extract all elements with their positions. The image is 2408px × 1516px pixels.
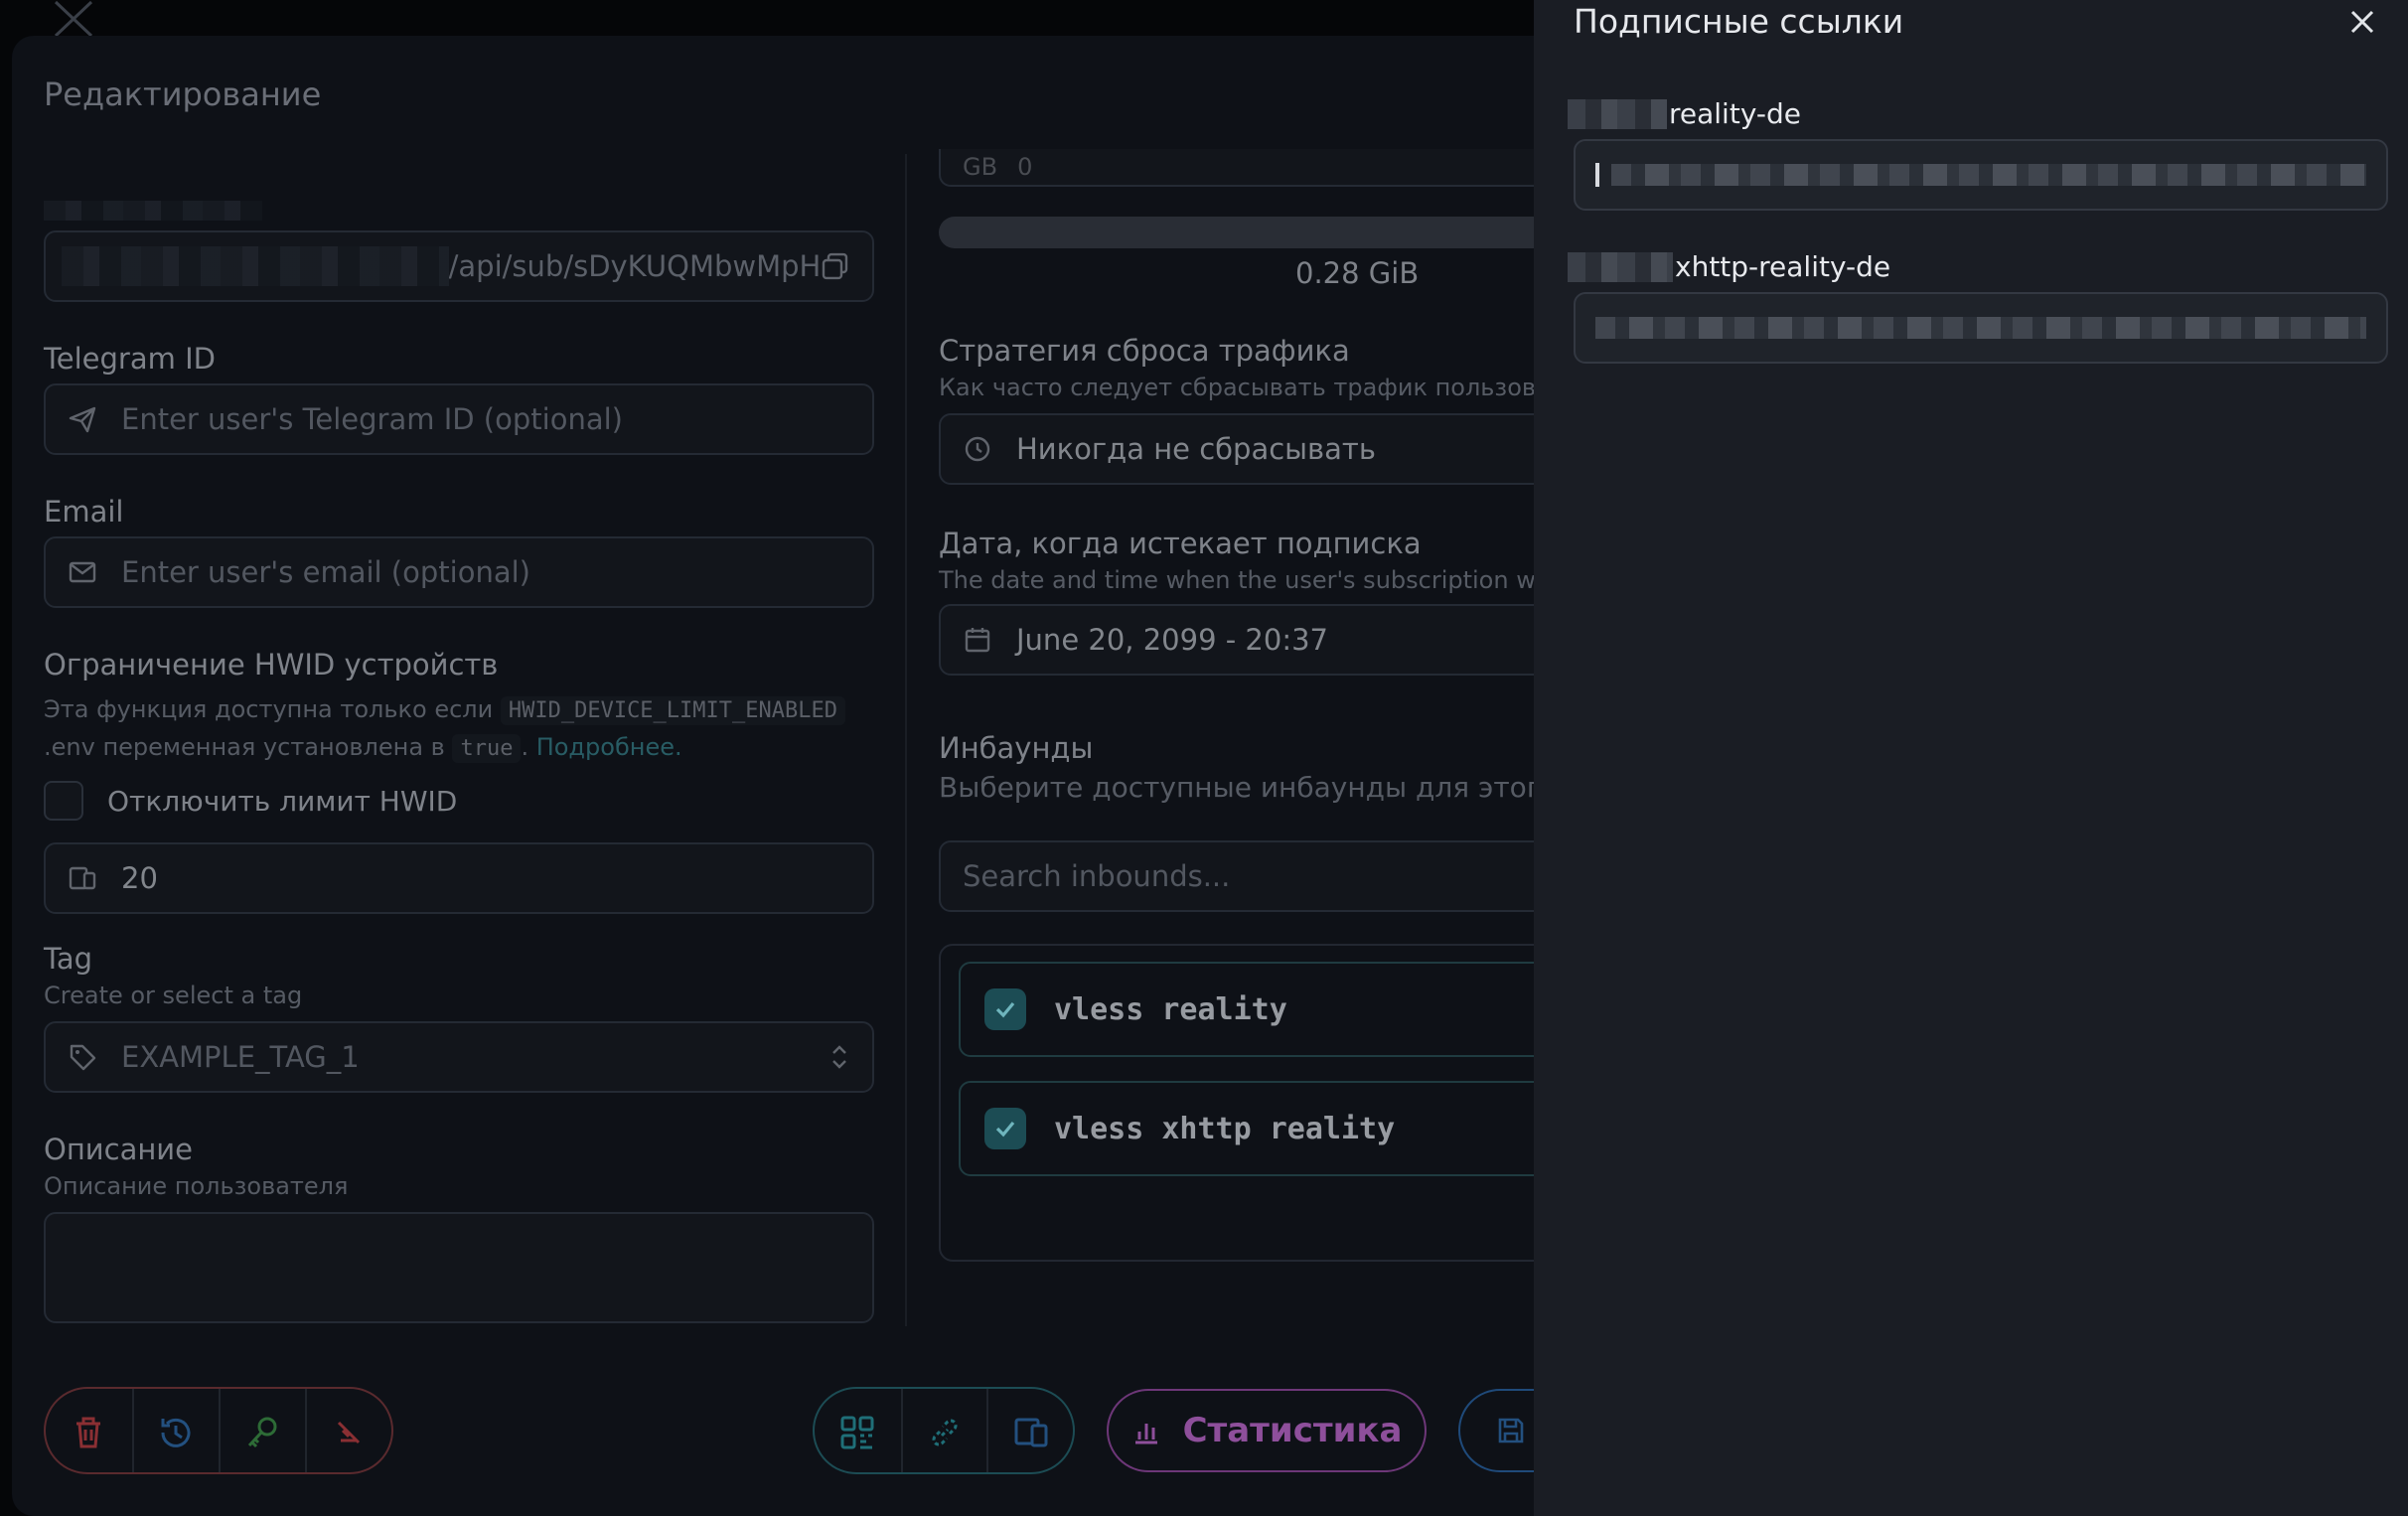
qr-code-button[interactable]	[815, 1389, 901, 1472]
send-icon	[69, 406, 96, 433]
close-icon[interactable]	[50, 0, 97, 38]
email-input[interactable]: Enter user's email (optional)	[44, 536, 874, 608]
disable-hwid-label: Отключить лимит HWID	[107, 785, 458, 818]
disable-icon	[338, 1421, 361, 1444]
more-link[interactable]: Подробнее.	[536, 733, 682, 761]
devices-icon	[69, 866, 96, 890]
revoke-subscription-button[interactable]	[218, 1389, 305, 1472]
expire-hint: The date and time when the user's subscr…	[939, 566, 1536, 594]
link-actions-group	[813, 1387, 1075, 1474]
save-icon	[1498, 1418, 1524, 1443]
inbounds-search-input[interactable]: Search inbounds...	[939, 840, 1594, 912]
subscription-url-field[interactable]: /api/sub/sDyKUQMbwMpH	[44, 230, 874, 302]
subscription-link-label: reality-de	[1568, 97, 1801, 130]
mail-icon	[69, 561, 96, 583]
reset-strategy-label: Стратегия сброса трафика	[939, 334, 1350, 368]
reset-strategy-select[interactable]: Никогда не сбрасывать	[939, 413, 1594, 485]
description-label: Описание	[44, 1133, 193, 1166]
hwid-label: Ограничение HWID устройств	[44, 648, 499, 682]
tag-icon	[70, 1044, 96, 1071]
delete-button[interactable]	[46, 1389, 132, 1472]
check-icon[interactable]	[984, 988, 1026, 1030]
trash-icon	[76, 1417, 101, 1448]
inbounds-hint: Выберите доступные инбаунды для этого	[939, 771, 1559, 804]
disable-user-button[interactable]	[304, 1389, 391, 1472]
tag-label: Tag	[44, 942, 93, 976]
drawer-title: Подписные ссылки	[1574, 2, 1904, 41]
qr-icon	[840, 1416, 874, 1449]
devices-button[interactable]	[986, 1389, 1073, 1472]
hwid-limit-input[interactable]: 20	[44, 842, 874, 914]
subscription-links-button[interactable]	[900, 1389, 987, 1472]
bar-chart-icon	[1134, 1424, 1157, 1444]
tag-hint: Create or select a tag	[44, 982, 303, 1009]
inbounds-list: vless reality vless xhttp reality	[939, 944, 1614, 1262]
telegram-id-input[interactable]: Enter user's Telegram ID (optional)	[44, 383, 874, 455]
username-blurred	[44, 201, 262, 221]
subscription-link-input[interactable]	[1574, 139, 2388, 211]
key-icon	[248, 1417, 277, 1448]
devices-icon	[1014, 1418, 1048, 1447]
clock-icon	[965, 436, 990, 462]
traffic-progress-bar	[939, 217, 1594, 248]
inbound-item[interactable]: vless reality	[959, 962, 1614, 1057]
expire-label: Дата, когда истекает подписка	[939, 527, 1422, 560]
subscription-link-label: xhttp-reality-de	[1568, 250, 1890, 283]
reset-traffic-button[interactable]	[131, 1389, 219, 1472]
disable-hwid-checkbox[interactable]	[44, 781, 83, 821]
reset-strategy-hint: Как часто следует сбрасывать трафик поль…	[939, 374, 1594, 401]
subscription-link-input[interactable]	[1574, 292, 2388, 364]
link-icon	[932, 1419, 958, 1446]
check-icon[interactable]	[984, 1108, 1026, 1149]
inbound-item[interactable]: vless xhttp reality	[959, 1081, 1614, 1176]
inbounds-label: Инбаунды	[939, 731, 1094, 765]
danger-actions-group	[44, 1387, 393, 1474]
statistics-button[interactable]: Статистика	[1107, 1389, 1427, 1472]
tag-select[interactable]: EXAMPLE_TAG_1	[44, 1021, 874, 1093]
traffic-limit-input[interactable]: GB 0	[939, 149, 1594, 187]
expire-date-input[interactable]: June 20, 2099 - 20:37	[939, 604, 1594, 676]
subscription-links-drawer: Подписные ссылки reality-de xhttp-realit…	[1534, 0, 2408, 1516]
close-icon[interactable]	[2342, 2, 2382, 42]
calendar-icon	[965, 628, 990, 653]
description-hint: Описание пользователя	[44, 1172, 349, 1200]
copy-icon[interactable]	[821, 251, 850, 281]
chevron-updown-icon	[832, 1045, 846, 1069]
history-icon	[161, 1418, 191, 1447]
telegram-label: Telegram ID	[44, 342, 216, 376]
modal-title: Редактирование	[44, 76, 322, 113]
column-divider	[905, 154, 907, 1326]
traffic-used: 0.28 GiB	[1295, 256, 1420, 290]
description-textarea[interactable]	[44, 1212, 874, 1323]
email-label: Email	[44, 495, 124, 529]
hwid-description: Эта функция доступна только если HWID_DE…	[44, 691, 898, 767]
